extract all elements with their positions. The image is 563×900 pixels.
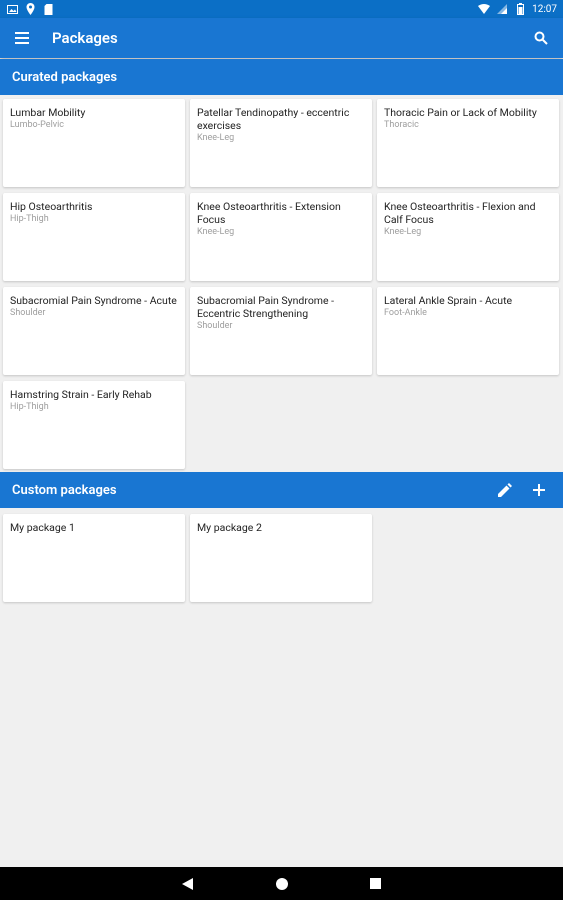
package-card[interactable]: Hip Osteoarthritis Hip-Thigh	[3, 193, 185, 281]
search-icon[interactable]	[521, 18, 561, 58]
package-category: Knee-Leg	[197, 227, 235, 237]
custom-packages-header: Custom packages	[0, 472, 563, 508]
battery-icon	[514, 3, 526, 15]
signal-icon	[496, 3, 508, 15]
package-title: Thoracic Pain or Lack of Mobility	[384, 106, 537, 119]
wifi-icon	[478, 3, 491, 15]
location-notification-icon	[24, 3, 36, 15]
package-card[interactable]: Subacromial Pain Syndrome - Eccentric St…	[190, 287, 372, 375]
package-title: My package 2	[197, 521, 262, 534]
package-title: Knee Osteoarthritis - Extension Focus	[197, 200, 341, 226]
package-title: Knee Osteoarthritis - Flexion and Calf F…	[384, 200, 536, 226]
package-category: Knee-Leg	[384, 227, 422, 237]
package-title: Patellar Tendinopathy - eccentric exerci…	[197, 106, 350, 132]
package-card[interactable]: Hamstring Strain - Early Rehab Hip-Thigh	[3, 381, 185, 469]
package-category: Hip-Thigh	[10, 214, 49, 224]
page-title: Packages	[52, 29, 118, 47]
sd-card-notification-icon	[42, 3, 54, 15]
package-category: Thoracic	[384, 120, 419, 130]
package-card[interactable]: Lateral Ankle Sprain - Acute Foot-Ankle	[377, 287, 559, 375]
section-title: Custom packages	[12, 482, 117, 498]
plus-add-icon[interactable]	[527, 478, 551, 502]
package-title: Lateral Ankle Sprain - Acute	[384, 294, 513, 307]
custom-package-card[interactable]: My package 2	[190, 514, 372, 602]
recents-square-icon[interactable]	[364, 872, 388, 896]
package-category: Foot-Ankle	[384, 308, 427, 318]
package-title: Hip Osteoarthritis	[10, 200, 93, 213]
section-title: Curated packages	[12, 69, 118, 85]
status-bar: 12:07	[0, 0, 563, 18]
package-title: Subacromial Pain Syndrome - Acute	[10, 294, 177, 307]
curated-packages-header: Curated packages	[0, 59, 563, 95]
back-triangle-icon[interactable]	[176, 872, 200, 896]
home-circle-icon[interactable]	[270, 872, 294, 896]
package-category: Shoulder	[197, 321, 233, 331]
curated-packages-grid: Lumbar Mobility Lumbo-Pelvic Patellar Te…	[3, 99, 560, 469]
custom-package-card[interactable]: My package 1	[3, 514, 185, 602]
hamburger-menu-icon[interactable]	[2, 18, 42, 58]
package-title: Subacromial Pain Syndrome - Eccentric St…	[197, 294, 335, 320]
status-time: 12:07	[532, 3, 557, 15]
package-category: Lumbo-Pelvic	[10, 120, 65, 130]
package-card[interactable]: Knee Osteoarthritis - Flexion and Calf F…	[377, 193, 559, 281]
photo-notification-icon	[6, 3, 18, 15]
pencil-edit-icon[interactable]	[493, 478, 517, 502]
package-category: Shoulder	[10, 308, 46, 318]
package-card[interactable]: Knee Osteoarthritis - Extension Focus Kn…	[190, 193, 372, 281]
package-title: Lumbar Mobility	[10, 106, 86, 119]
package-card[interactable]: Thoracic Pain or Lack of Mobility Thorac…	[377, 99, 559, 187]
custom-packages-grid: My package 1 My package 2	[3, 514, 560, 602]
package-card[interactable]: Subacromial Pain Syndrome - Acute Should…	[3, 287, 185, 375]
package-card[interactable]: Patellar Tendinopathy - eccentric exerci…	[190, 99, 372, 187]
package-category: Hip-Thigh	[10, 402, 49, 412]
package-title: Hamstring Strain - Early Rehab	[10, 388, 152, 401]
package-category: Knee-Leg	[197, 133, 235, 143]
package-title: My package 1	[10, 521, 75, 534]
package-card[interactable]: Lumbar Mobility Lumbo-Pelvic	[3, 99, 185, 187]
app-bar: Packages	[0, 18, 563, 58]
system-nav-bar	[0, 867, 563, 900]
